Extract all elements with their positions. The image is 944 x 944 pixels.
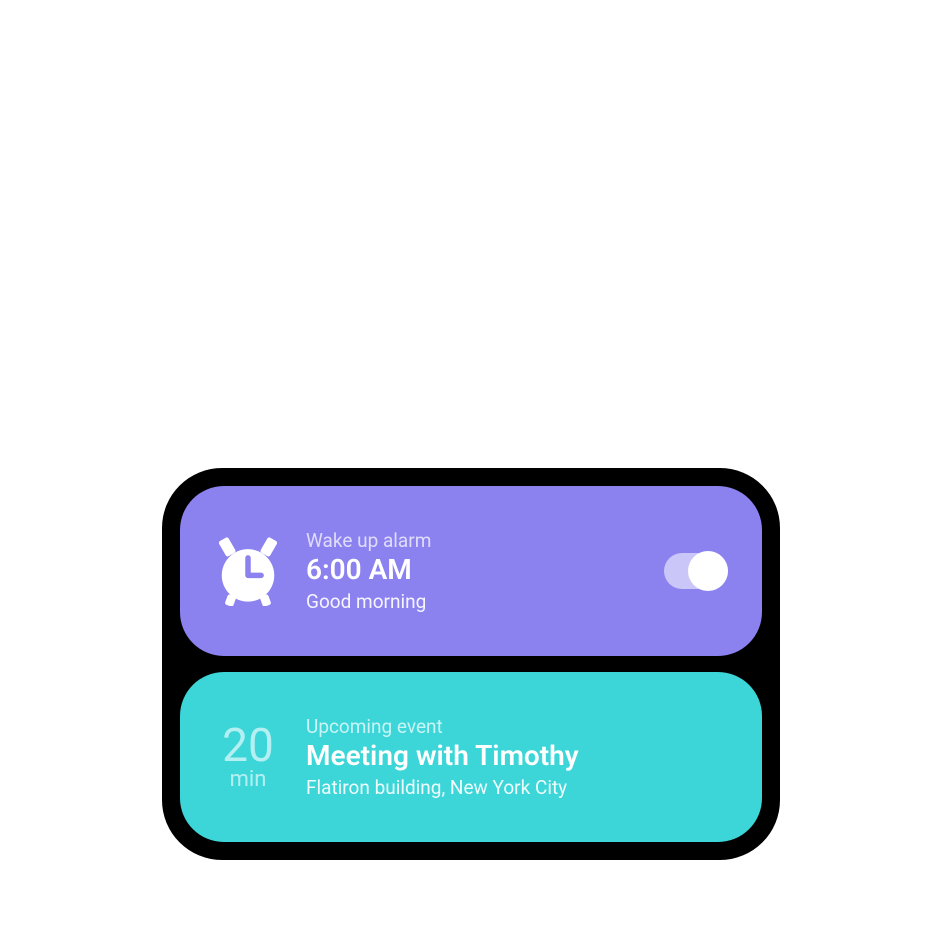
device-frame: Wake up alarm 6:00 AM Good morning 20 mi… <box>162 468 780 860</box>
event-location: Flatiron building, New York City <box>306 776 579 799</box>
alarm-card[interactable]: Wake up alarm 6:00 AM Good morning <box>180 486 762 656</box>
event-title: Meeting with Timothy <box>306 740 579 772</box>
alarm-time: 6:00 AM <box>306 554 431 586</box>
alarm-toggle[interactable] <box>664 553 728 589</box>
event-countdown: 20 min <box>208 723 288 791</box>
alarm-clock-icon <box>208 536 288 606</box>
event-card[interactable]: 20 min Upcoming event Meeting with Timot… <box>180 672 762 842</box>
countdown-value: 20 <box>222 723 274 769</box>
alarm-label: Wake up alarm <box>306 529 431 552</box>
countdown-unit: min <box>230 769 267 791</box>
alarm-message: Good morning <box>306 590 431 613</box>
event-text: Upcoming event Meeting with Timothy Flat… <box>306 715 579 799</box>
toggle-knob <box>688 551 728 591</box>
event-label: Upcoming event <box>306 715 579 738</box>
alarm-text: Wake up alarm 6:00 AM Good morning <box>306 529 431 613</box>
